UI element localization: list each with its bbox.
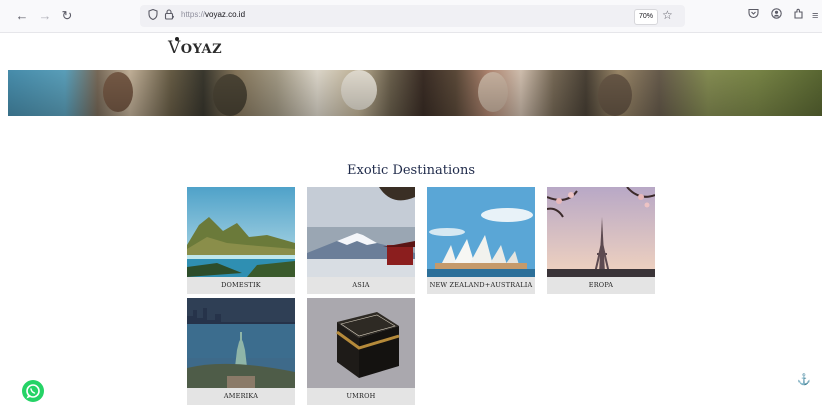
lock-icon[interactable] — [162, 9, 176, 23]
destination-card-umroh[interactable]: UMROH — [307, 298, 415, 406]
section-title: Exotic Destinations — [347, 163, 475, 178]
site-logo[interactable]: VOYAZ — [168, 37, 222, 58]
destination-image — [187, 298, 295, 388]
destination-card-amerika[interactable]: AMERIKA — [187, 298, 295, 406]
url-text: https://voyaz.co.id — [181, 10, 246, 19]
destination-image — [427, 187, 535, 277]
hero-banner — [8, 70, 822, 116]
tracking-shield-icon[interactable] — [146, 8, 160, 23]
destination-card-new-zealand-australia[interactable]: NEW ZEALAND+AUSTRALIA — [427, 187, 535, 294]
destination-card-domestik[interactable]: DOMESTIK — [187, 187, 295, 294]
destination-label: NEW ZEALAND+AUSTRALIA — [427, 277, 535, 294]
whatsapp-icon[interactable] — [22, 380, 44, 402]
destination-image — [307, 298, 415, 388]
destination-label: EROPA — [547, 277, 655, 294]
destination-image — [547, 187, 655, 277]
bookmark-star-icon[interactable]: ☆ — [662, 8, 673, 22]
destination-label: UMROH — [307, 388, 415, 405]
destination-image — [307, 187, 415, 277]
destination-card-eropa[interactable]: EROPA — [547, 187, 655, 294]
url-bar[interactable]: https://voyaz.co.id 70% ☆ — [140, 5, 685, 27]
account-icon[interactable] — [771, 8, 782, 24]
destination-label: ASIA — [307, 277, 415, 294]
forward-arrow-icon[interactable]: → — [37, 8, 53, 24]
destination-image — [187, 187, 295, 277]
destination-label: DOMESTIK — [187, 277, 295, 294]
zoom-level-button[interactable]: 70% — [634, 9, 658, 25]
back-arrow-icon[interactable]: ← — [14, 8, 30, 24]
logo-dot — [175, 37, 179, 41]
pocket-icon[interactable] — [748, 8, 759, 24]
destination-label: AMERIKA — [187, 388, 295, 405]
reload-icon[interactable]: ↻ — [59, 8, 75, 24]
hamburger-menu-icon[interactable]: ≡ — [812, 8, 818, 24]
browser-toolbar: ← → ↻ https://voyaz.co.id 70% ☆ ≡ — [0, 0, 822, 33]
anchor-icon[interactable]: ⚓ — [797, 373, 811, 386]
destination-card-asia[interactable]: ASIA — [307, 187, 415, 294]
extensions-icon[interactable] — [793, 8, 804, 24]
